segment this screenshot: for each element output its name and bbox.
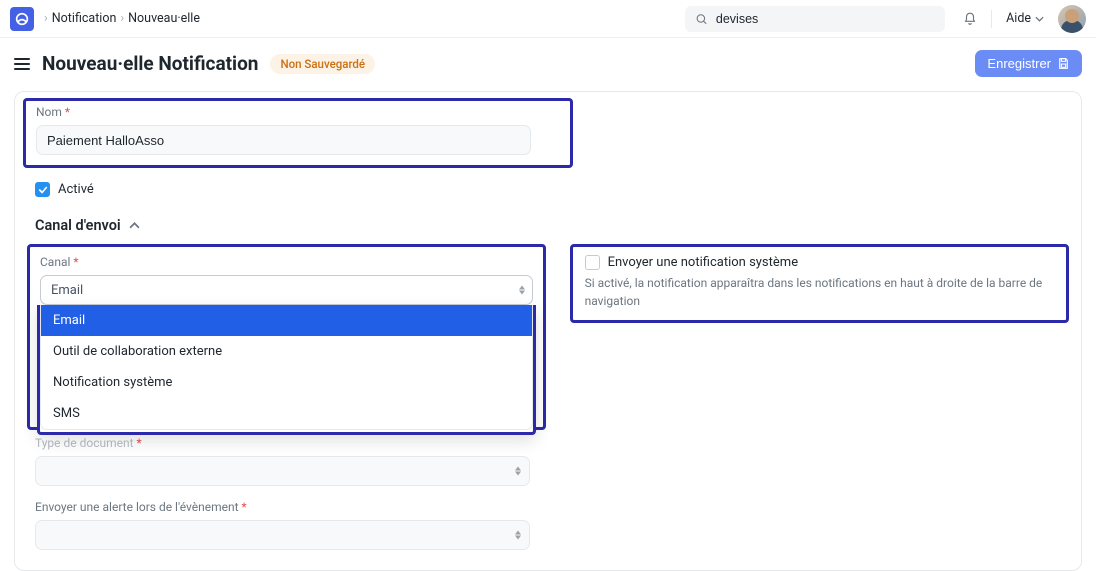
- lower-fields: Type de document Envoyer une alerte lors…: [15, 430, 1081, 570]
- avatar[interactable]: [1058, 5, 1086, 33]
- save-button-label: Enregistrer: [987, 56, 1051, 71]
- breadcrumb-sep: ›: [44, 11, 48, 26]
- channel-select-value: Email: [51, 283, 83, 298]
- channel-option-sms[interactable]: SMS: [41, 398, 532, 429]
- help-menu[interactable]: Aide: [1006, 11, 1044, 26]
- top-bar: › Notification › Nouveau·elle Aide: [0, 0, 1096, 38]
- search-input[interactable]: [716, 12, 935, 26]
- event-label: Envoyer une alerte lors de l'évènement: [35, 500, 1061, 514]
- status-badge: Non Sauvegardé: [270, 54, 375, 74]
- doctype-select[interactable]: [35, 456, 530, 486]
- page-header: Nouveau·elle Notification Non Sauvegardé…: [0, 38, 1096, 87]
- form-card: Nom Activé Canal d'envoi Canal Email: [14, 91, 1082, 571]
- highlight-sysnotif: Envoyer une notification système Si acti…: [570, 244, 1069, 323]
- menu-icon[interactable]: [14, 58, 30, 70]
- breadcrumb-sep: ›: [120, 11, 124, 26]
- channel-section-title: Canal d'envoi: [35, 217, 121, 234]
- sysnotif-description: Si activé, la notification apparaîtra da…: [585, 274, 1054, 310]
- channel-option-collab[interactable]: Outil de collaboration externe: [41, 336, 532, 367]
- channel-option-email[interactable]: Email: [41, 305, 532, 336]
- chevron-up-icon: [129, 222, 140, 229]
- help-label: Aide: [1006, 11, 1031, 26]
- enabled-label: Activé: [58, 182, 94, 197]
- logo-icon: [14, 11, 30, 27]
- breadcrumb: › Notification › Nouveau·elle: [44, 11, 685, 26]
- highlight-name-field: Nom: [23, 98, 573, 168]
- chevron-down-icon: [1035, 16, 1044, 22]
- search-box[interactable]: [685, 6, 945, 32]
- sysnotif-label: Envoyer une notification système: [608, 255, 798, 270]
- select-updown-icon: [515, 467, 521, 476]
- search-icon: [695, 12, 708, 26]
- event-field: Envoyer une alerte lors de l'évènement: [35, 500, 1061, 550]
- name-input[interactable]: [36, 125, 531, 155]
- highlight-channel-field: Canal Email Email Outil de collaboration…: [27, 244, 546, 430]
- topbar-right: Aide: [963, 5, 1086, 33]
- app-logo[interactable]: [10, 7, 34, 31]
- name-label: Nom: [36, 105, 560, 119]
- doctype-label: Type de document: [35, 436, 1061, 450]
- enabled-row: Activé: [15, 178, 1081, 211]
- save-button[interactable]: Enregistrer: [975, 50, 1082, 77]
- channel-section-header[interactable]: Canal d'envoi: [15, 211, 1081, 244]
- channel-label: Canal: [40, 255, 533, 269]
- channel-section-body: Canal Email Email Outil de collaboration…: [15, 244, 1081, 430]
- channel-column: Canal Email Email Outil de collaboration…: [27, 244, 546, 430]
- bell-icon[interactable]: [963, 12, 977, 26]
- select-updown-icon: [519, 286, 525, 295]
- select-updown-icon: [515, 531, 521, 540]
- channel-select[interactable]: Email: [40, 275, 533, 305]
- sysnotif-checkbox[interactable]: [585, 255, 600, 270]
- channel-dropdown: Email Outil de collaboration externe Not…: [37, 305, 536, 435]
- breadcrumb-item-new[interactable]: Nouveau·elle: [128, 11, 200, 26]
- check-icon: [38, 185, 48, 195]
- divider: [991, 10, 992, 28]
- breadcrumb-item-notification[interactable]: Notification: [52, 11, 117, 26]
- channel-select-wrap: Email Email Outil de collaboration exter…: [40, 275, 533, 305]
- channel-option-system[interactable]: Notification système: [41, 367, 532, 398]
- save-icon: [1057, 57, 1070, 70]
- page-title: Nouveau·elle Notification: [42, 52, 258, 75]
- enabled-checkbox[interactable]: [35, 182, 50, 197]
- doctype-field: Type de document: [35, 436, 1061, 486]
